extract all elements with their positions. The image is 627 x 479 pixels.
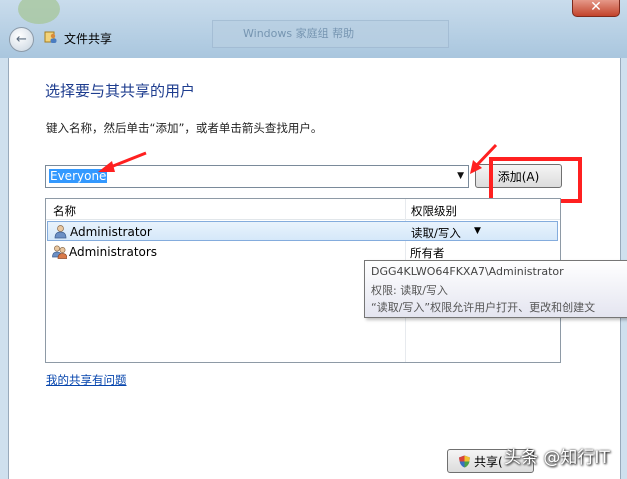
sharing-problem-link[interactable]: 我的共享有问题 [46,372,127,388]
list-item-administrator[interactable]: Administrator 读取/写入 ▼ [47,221,558,241]
list-item-permission[interactable]: 读取/写入 [411,225,461,241]
list-header: 名称 权限级别 [46,199,560,220]
annotation-arrow-icon [98,151,147,172]
user-icon [54,225,67,239]
back-arrow-icon: ← [16,32,27,47]
close-button[interactable]: ✕ [572,0,620,17]
column-header-name[interactable]: 名称 [53,203,76,219]
user-tooltip: DGG4KLWO64FKXA7\Administrator 权限: 读取/写入 … [364,260,627,318]
dialog-content: 选择要与其共享的用户 键入名称，然后单击“添加”，或者单击箭头查找用户。 Eve… [8,58,627,479]
tooltip-description: “读取/写入”权限允许用户打开、更改和创建文 [371,301,596,314]
file-sharing-icon [44,31,57,43]
permission-dropdown-icon[interactable]: ▼ [474,226,481,236]
back-button[interactable]: ← [9,27,34,52]
annotation-highlight-box [489,157,582,203]
share-button-label: 共享( [474,454,503,469]
list-item-name: Administrator [70,225,152,239]
tooltip-permission: 权限: 读取/写入 [371,284,448,297]
window-title: 文件共享 [64,32,113,46]
instruction-text: 键入名称，然后单击“添加”，或者单击箭头查找用户。 [46,121,323,135]
background-icon [18,0,60,24]
list-item-permission: 所有者 [410,246,445,260]
tooltip-user-path: DGG4KLWO64FKXA7\Administrator [371,265,564,278]
watermark: 头条 @知行IT [504,448,610,468]
close-icon: ✕ [590,0,602,15]
group-icon [52,245,67,259]
column-header-permission[interactable]: 权限级别 [411,203,457,219]
uac-shield-icon [459,455,470,467]
list-item-administrators[interactable]: Administrators 所有者 [47,242,558,262]
window-title-bar: Windows 家庭组 帮助 ✕ ← 文件共享 [0,0,627,58]
background-window-text: Windows 家庭组 帮助 [243,27,355,40]
list-item-name: Administrators [69,245,158,259]
annotation-arrow-icon [470,143,498,174]
page-heading: 选择要与其共享的用户 [45,82,196,100]
